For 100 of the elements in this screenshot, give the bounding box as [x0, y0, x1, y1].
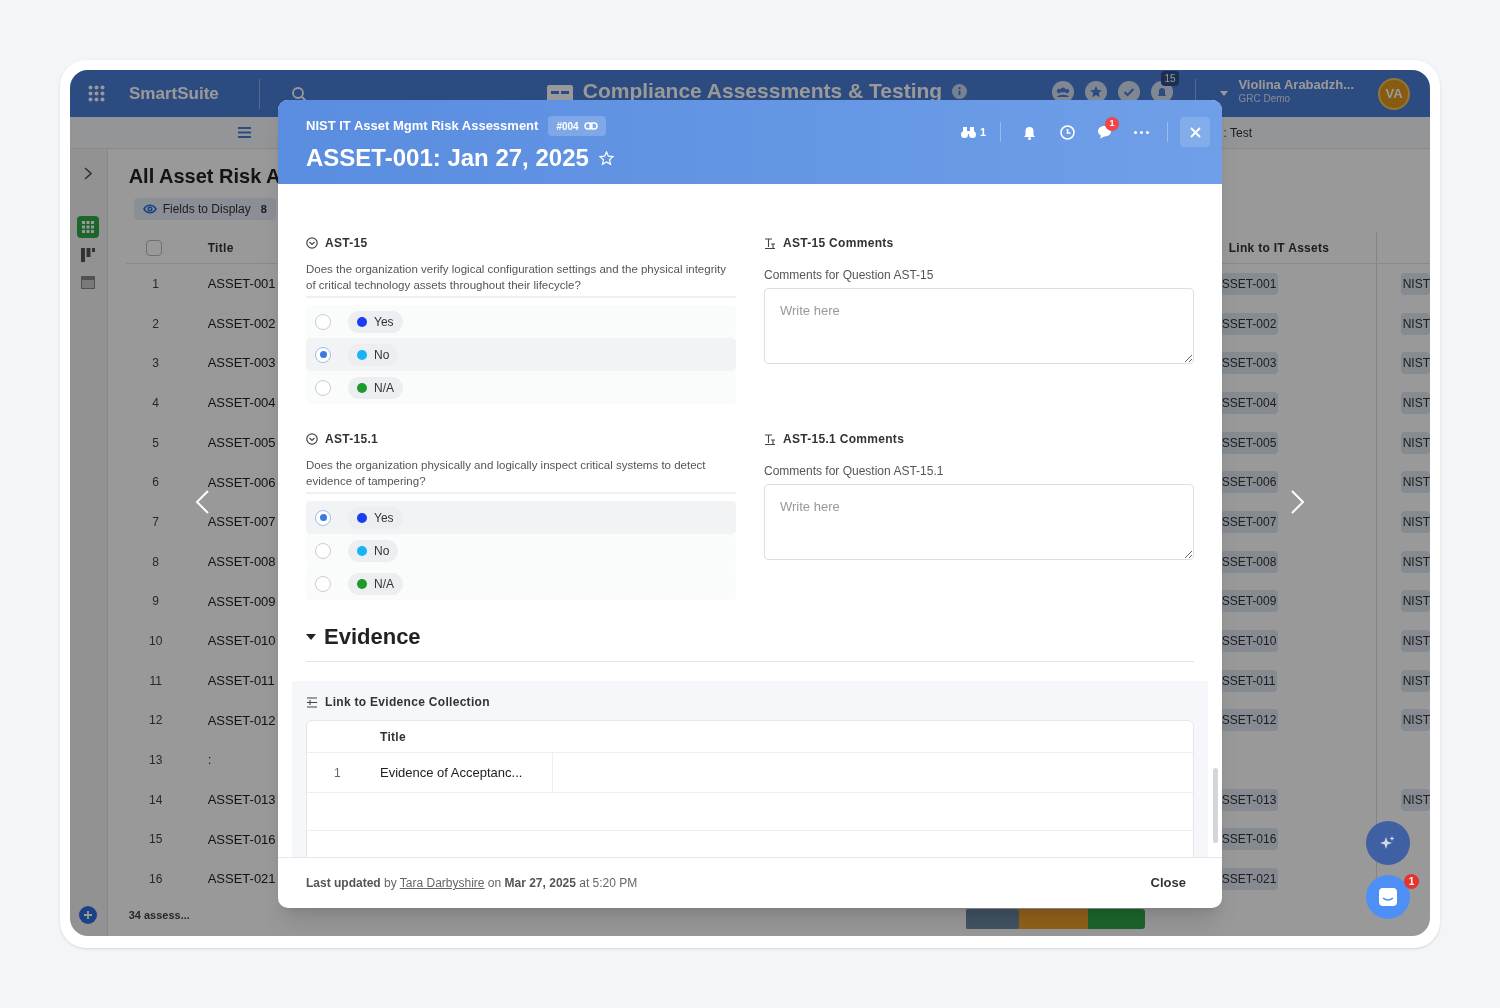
- row-number: 8: [151, 553, 160, 571]
- answer-option[interactable]: N/A: [306, 371, 736, 404]
- option-pill[interactable]: N/A: [348, 376, 403, 399]
- row-number: 16: [147, 871, 164, 889]
- sparkle-icon[interactable]: [1366, 821, 1410, 865]
- chat-icon[interactable]: [1366, 875, 1410, 919]
- row-number: 7: [151, 513, 160, 531]
- linked-record-chip[interactable]: SSET-006: [1219, 471, 1279, 494]
- search-icon[interactable]: [290, 85, 307, 102]
- linked-record-chip[interactable]: NIST: [1400, 312, 1430, 335]
- linked-record-chip[interactable]: SSET-005: [1219, 431, 1279, 454]
- option-pill[interactable]: N/A: [348, 572, 403, 595]
- row-number: 5: [151, 434, 160, 452]
- linked-record-chip[interactable]: NIST: [1400, 590, 1430, 613]
- history-icon[interactable]: [1060, 124, 1075, 140]
- caret-icon[interactable]: [306, 633, 316, 640]
- row-number: 4: [151, 394, 160, 412]
- answer-option[interactable]: No: [306, 534, 736, 567]
- workspace-name: GRC Demo: [1238, 93, 1292, 106]
- add-icon[interactable]: [79, 906, 98, 924]
- kanban-icon[interactable]: [81, 248, 96, 262]
- linked-record-chip[interactable]: SSET-001: [1219, 272, 1279, 295]
- scrollbar[interactable]: [1213, 768, 1218, 843]
- linked-record-chip[interactable]: NIST: [1400, 669, 1430, 692]
- linked-record-chip[interactable]: NIST: [1400, 709, 1430, 732]
- linked-record-chip[interactable]: NIST: [1400, 471, 1430, 494]
- column-header[interactable]: Title: [380, 727, 406, 746]
- linked-record-chip[interactable]: NIST: [1400, 431, 1430, 454]
- linked-record-chip[interactable]: SSET-002: [1219, 312, 1279, 335]
- row-number: 2: [151, 315, 160, 333]
- linked-record-chip[interactable]: SSET-010: [1219, 630, 1279, 653]
- calendar-icon[interactable]: [81, 276, 96, 289]
- question-text: Does the organization physically and logically inspect critical systems to detect evidence of tampering?: [306, 457, 736, 494]
- radio-button[interactable]: [315, 575, 331, 592]
- row-number: 6: [151, 474, 160, 492]
- answer-option[interactable]: N/A: [306, 567, 736, 600]
- user-name[interactable]: Violina Arabadzh...: [1238, 77, 1354, 94]
- view-tab[interactable]: : Test: [1223, 123, 1252, 142]
- radio-button[interactable]: [315, 379, 331, 396]
- apps-grid-icon[interactable]: [88, 85, 105, 102]
- close-button[interactable]: [1180, 117, 1210, 147]
- answer-option[interactable]: Yes: [306, 305, 736, 338]
- question-text: Does the organization verify logical configuration settings and the physical integrity of critical technology assets throughout their lifecycle?: [306, 261, 736, 298]
- linked-record-chip[interactable]: NIST: [1400, 630, 1430, 653]
- next-record-icon[interactable]: [1291, 490, 1305, 514]
- linked-record-chip[interactable]: SSET-013: [1219, 788, 1279, 811]
- comment-field[interactable]: Write here: [764, 484, 1194, 560]
- grid-view-icon[interactable]: [77, 216, 100, 238]
- linked-record-chip[interactable]: SSET-011: [1219, 669, 1278, 692]
- option-pill[interactable]: No: [348, 539, 399, 562]
- row-number: 3: [151, 355, 160, 373]
- row-number: 10: [147, 633, 164, 651]
- record-count: 34 assess...: [128, 908, 190, 923]
- option-pill[interactable]: No: [348, 343, 399, 366]
- linked-record-chip[interactable]: SSET-009: [1219, 590, 1279, 613]
- answer-option[interactable]: Yes: [306, 501, 736, 534]
- comment-field[interactable]: Write here: [764, 288, 1194, 364]
- menu-icon[interactable]: [238, 127, 251, 138]
- linked-record-chip[interactable]: NIST: [1400, 510, 1430, 533]
- info-icon[interactable]: [952, 84, 968, 99]
- linked-record-chip[interactable]: SSET-012: [1219, 709, 1279, 732]
- linked-record-chip[interactable]: SSET-007: [1219, 510, 1279, 533]
- radio-button[interactable]: [315, 542, 331, 559]
- author-link[interactable]: Tara Darbyshire: [399, 876, 485, 890]
- bell-icon[interactable]: [1023, 124, 1036, 140]
- linked-record-chip[interactable]: NIST: [1400, 788, 1430, 811]
- more-icon[interactable]: [1134, 130, 1149, 134]
- linked-record-chip[interactable]: NIST: [1400, 272, 1430, 295]
- previous-record-icon[interactable]: [195, 490, 209, 514]
- table-cell[interactable]: Evidence of Acceptanc...: [380, 753, 553, 792]
- select-all-checkbox[interactable]: [145, 239, 162, 256]
- dropdown-field-icon: [306, 237, 318, 249]
- linked-record-chip[interactable]: SSET-016: [1219, 828, 1279, 851]
- close-button[interactable]: Close: [1140, 867, 1196, 899]
- app-title: Compliance Assessments & Testing: [582, 77, 943, 104]
- column-header[interactable]: Link to IT Assets: [1228, 238, 1376, 257]
- linked-record-chip[interactable]: SSET-004: [1219, 391, 1279, 414]
- row-number: 13: [147, 752, 164, 770]
- option-pill[interactable]: Yes: [348, 310, 403, 333]
- linked-record-chip[interactable]: SSET-003: [1219, 352, 1279, 375]
- fields-to-display-button[interactable]: Fields to Display 8: [133, 198, 276, 220]
- linked-record-chip[interactable]: NIST: [1400, 391, 1430, 414]
- chevron-right-icon[interactable]: [84, 167, 93, 180]
- app-logo[interactable]: SmartSuite: [129, 80, 219, 107]
- option-pill[interactable]: Yes: [348, 506, 403, 529]
- radio-button[interactable]: [315, 509, 331, 526]
- binoculars-icon[interactable]: [960, 126, 976, 138]
- linked-record-chip[interactable]: SSET-008: [1219, 550, 1279, 573]
- linked-record-chip[interactable]: SSET-021: [1219, 868, 1279, 891]
- section-title[interactable]: Evidence: [324, 620, 421, 653]
- answer-option[interactable]: No: [306, 338, 736, 371]
- question-code: AST-15: [325, 235, 368, 252]
- linked-record-chip[interactable]: NIST: [1400, 550, 1430, 573]
- radio-button[interactable]: [315, 313, 331, 330]
- radio-button[interactable]: [315, 346, 331, 363]
- app-name[interactable]: NIST IT Asset Mgmt Risk Assessment: [306, 116, 539, 136]
- star-icon[interactable]: [598, 150, 614, 166]
- linked-record-chip[interactable]: NIST: [1400, 352, 1430, 375]
- text-field-icon: [764, 433, 776, 445]
- question-code: AST-15.1: [325, 431, 379, 448]
